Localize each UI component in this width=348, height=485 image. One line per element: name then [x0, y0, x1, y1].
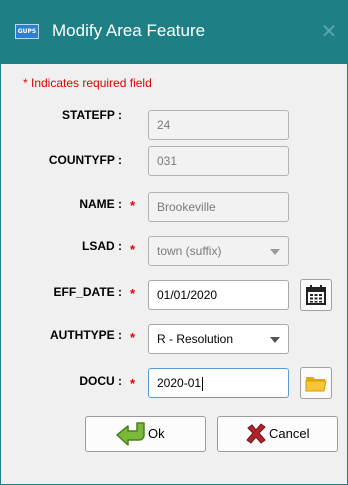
window-title: Modify Area Feature [52, 21, 206, 40]
countyfp-field: 031 [148, 146, 289, 176]
required-field-note: * Indicates required field [23, 76, 152, 90]
close-button[interactable]: ✕ [316, 19, 342, 45]
docu-label: DOCU : [79, 374, 122, 388]
statefp-label: STATEFP : [62, 108, 122, 122]
browse-button[interactable] [300, 367, 332, 399]
cancel-x-icon [246, 423, 266, 444]
calendar-button[interactable] [300, 279, 332, 311]
lsad-required-marker: * [130, 242, 136, 257]
ok-button-label: Ok [148, 426, 165, 441]
lsad-select: town (suffix) [148, 236, 289, 266]
cancel-button[interactable]: Cancel [217, 416, 338, 452]
text-caret [202, 376, 204, 391]
docu-input-value: 2020-01 [157, 376, 202, 390]
countyfp-label: COUNTYFP : [48, 153, 122, 167]
statefp-field: 24 [148, 110, 289, 140]
ok-button[interactable]: Ok [85, 416, 206, 452]
title-bar[interactable]: GUPS Modify Area Feature ✕ [0, 0, 348, 64]
authtype-label: AUTHTYPE : [50, 328, 122, 342]
eff-date-input[interactable]: 01/01/2020 [148, 280, 289, 310]
eff-date-required-marker: * [130, 286, 136, 301]
calendar-icon [306, 285, 326, 305]
app-icon-text: GUPS [17, 28, 37, 35]
eff-date-label: EFF_DATE : [53, 285, 122, 299]
authtype-selected-value: R - Resolution [157, 332, 234, 346]
chevron-down-icon [270, 249, 280, 255]
authtype-select[interactable]: R - Resolution [148, 324, 289, 354]
lsad-selected-value: town (suffix) [157, 244, 222, 258]
chevron-down-icon [270, 337, 280, 343]
lsad-label: LSAD : [82, 239, 122, 253]
name-field: Brookeville [148, 192, 289, 222]
docu-input[interactable]: 2020-01 [148, 368, 289, 398]
name-required-marker: * [130, 198, 136, 213]
app-logo-icon: GUPS [15, 24, 39, 39]
docu-required-marker: * [130, 376, 136, 391]
cancel-button-label: Cancel [269, 426, 310, 441]
authtype-required-marker: * [130, 330, 136, 345]
ok-arrow-icon [116, 422, 145, 446]
name-label: NAME : [79, 197, 122, 211]
folder-icon [305, 377, 327, 392]
